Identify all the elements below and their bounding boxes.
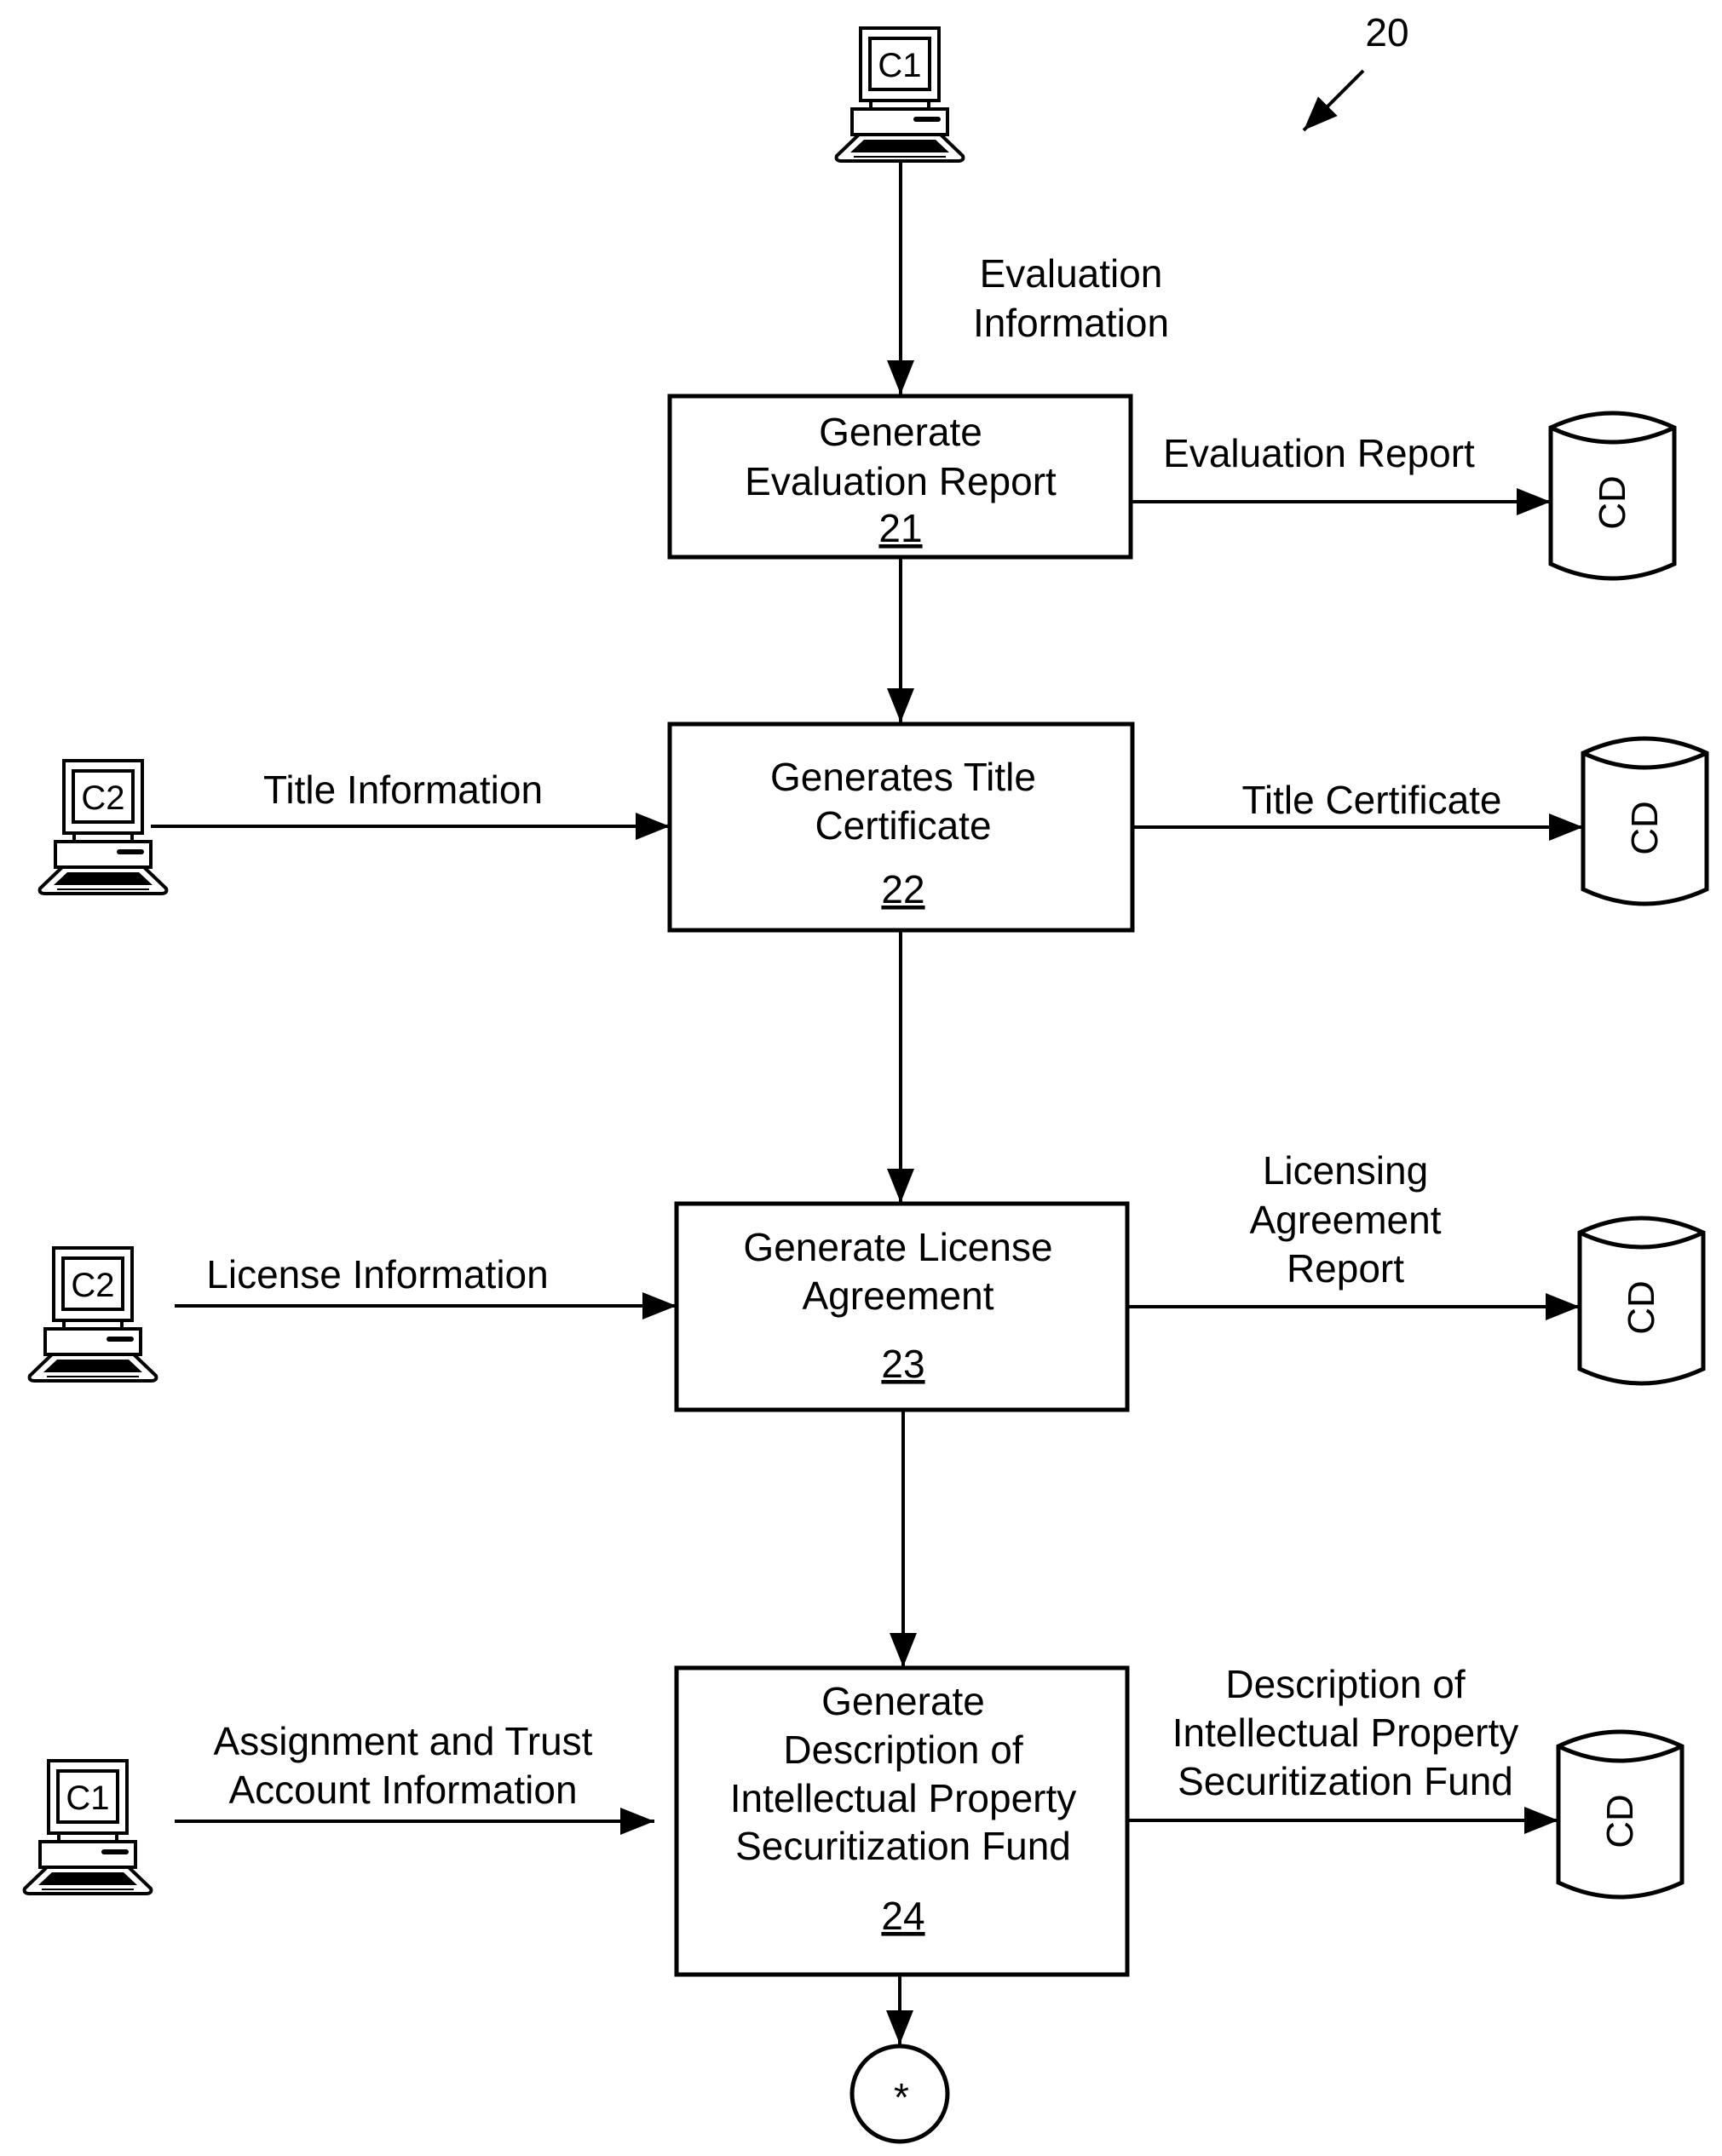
flow-label-evaluation-information-line-1: Evaluation (980, 251, 1163, 296)
process-22-line-1: Generates Title (770, 755, 1036, 799)
flow-label-evaluation-report: Evaluation Report (1163, 431, 1475, 475)
connector-symbol: * (894, 2075, 909, 2119)
cd-label: CD (1621, 1280, 1662, 1335)
cd-storage-icon-23: CD (1580, 1218, 1703, 1383)
cd-storage-icon-22: CD (1583, 739, 1707, 904)
terminal-label: C1 (878, 47, 921, 84)
terminal-label: C1 (66, 1779, 109, 1817)
process-22-line-2: Certificate (815, 803, 991, 848)
computer-icon-c2-22: C2 (37, 759, 169, 895)
flow-label-assignment-trust-line-2: Account Information (228, 1768, 577, 1812)
flow-label-evaluation-information-line-2: Information (973, 301, 1169, 345)
process-24-line-3: Intellectual Property (730, 1776, 1077, 1820)
flow-label-title-certificate: Title Certificate (1241, 778, 1501, 822)
process-24-line-4: Securitization Fund (735, 1824, 1071, 1868)
flow-label-title-information: Title Information (263, 768, 543, 812)
cd-label: CD (1624, 801, 1666, 855)
terminal-label: C2 (71, 1267, 114, 1304)
cd-label: CD (1599, 1794, 1641, 1848)
computer-icon-c1-24: C1 (22, 1759, 153, 1895)
cd-storage-icon-21: CD (1551, 413, 1674, 578)
process-22-ref: 22 (881, 867, 924, 911)
figure-reference-number: 20 (1365, 10, 1408, 55)
process-21-line-1: Generate (819, 410, 982, 454)
flow-label-ip-fund-description-line-2: Intellectual Property (1172, 1710, 1519, 1755)
terminal-label: C2 (81, 779, 124, 817)
flow-label-assignment-trust-line-1: Assignment and Trust (214, 1719, 593, 1763)
cd-storage-icon-24: CD (1558, 1732, 1682, 1897)
process-24-line-2: Description of (783, 1728, 1022, 1772)
flowchart: 20 C1 Evaluation Information Generate Ev… (22, 10, 1722, 2144)
process-21-ref: 21 (878, 506, 922, 550)
flow-label-licensing-agreement-report-line-2: Agreement (1249, 1198, 1441, 1242)
process-24-line-1: Generate (821, 1679, 985, 1723)
flow-label-licensing-agreement-report-line-3: Report (1287, 1246, 1404, 1291)
process-21-line-2: Evaluation Report (745, 459, 1057, 503)
flow-label-ip-fund-description-line-3: Securitization Fund (1178, 1759, 1513, 1803)
process-23-ref: 23 (881, 1342, 924, 1386)
cd-label: CD (1592, 475, 1633, 530)
flow-label-license-information: License Information (206, 1252, 548, 1296)
flow-label-ip-fund-description-line-1: Description of (1225, 1662, 1465, 1706)
computer-icon-c2-23: C2 (27, 1246, 158, 1383)
figure-reference-arrow (1302, 69, 1365, 132)
computer-icon-c1-top: C1 (834, 26, 965, 163)
process-23-line-1: Generate License (743, 1225, 1052, 1269)
process-24-ref: 24 (881, 1894, 924, 1938)
flow-label-licensing-agreement-report-line-1: Licensing (1263, 1148, 1428, 1193)
process-23-line-2: Agreement (802, 1273, 993, 1318)
